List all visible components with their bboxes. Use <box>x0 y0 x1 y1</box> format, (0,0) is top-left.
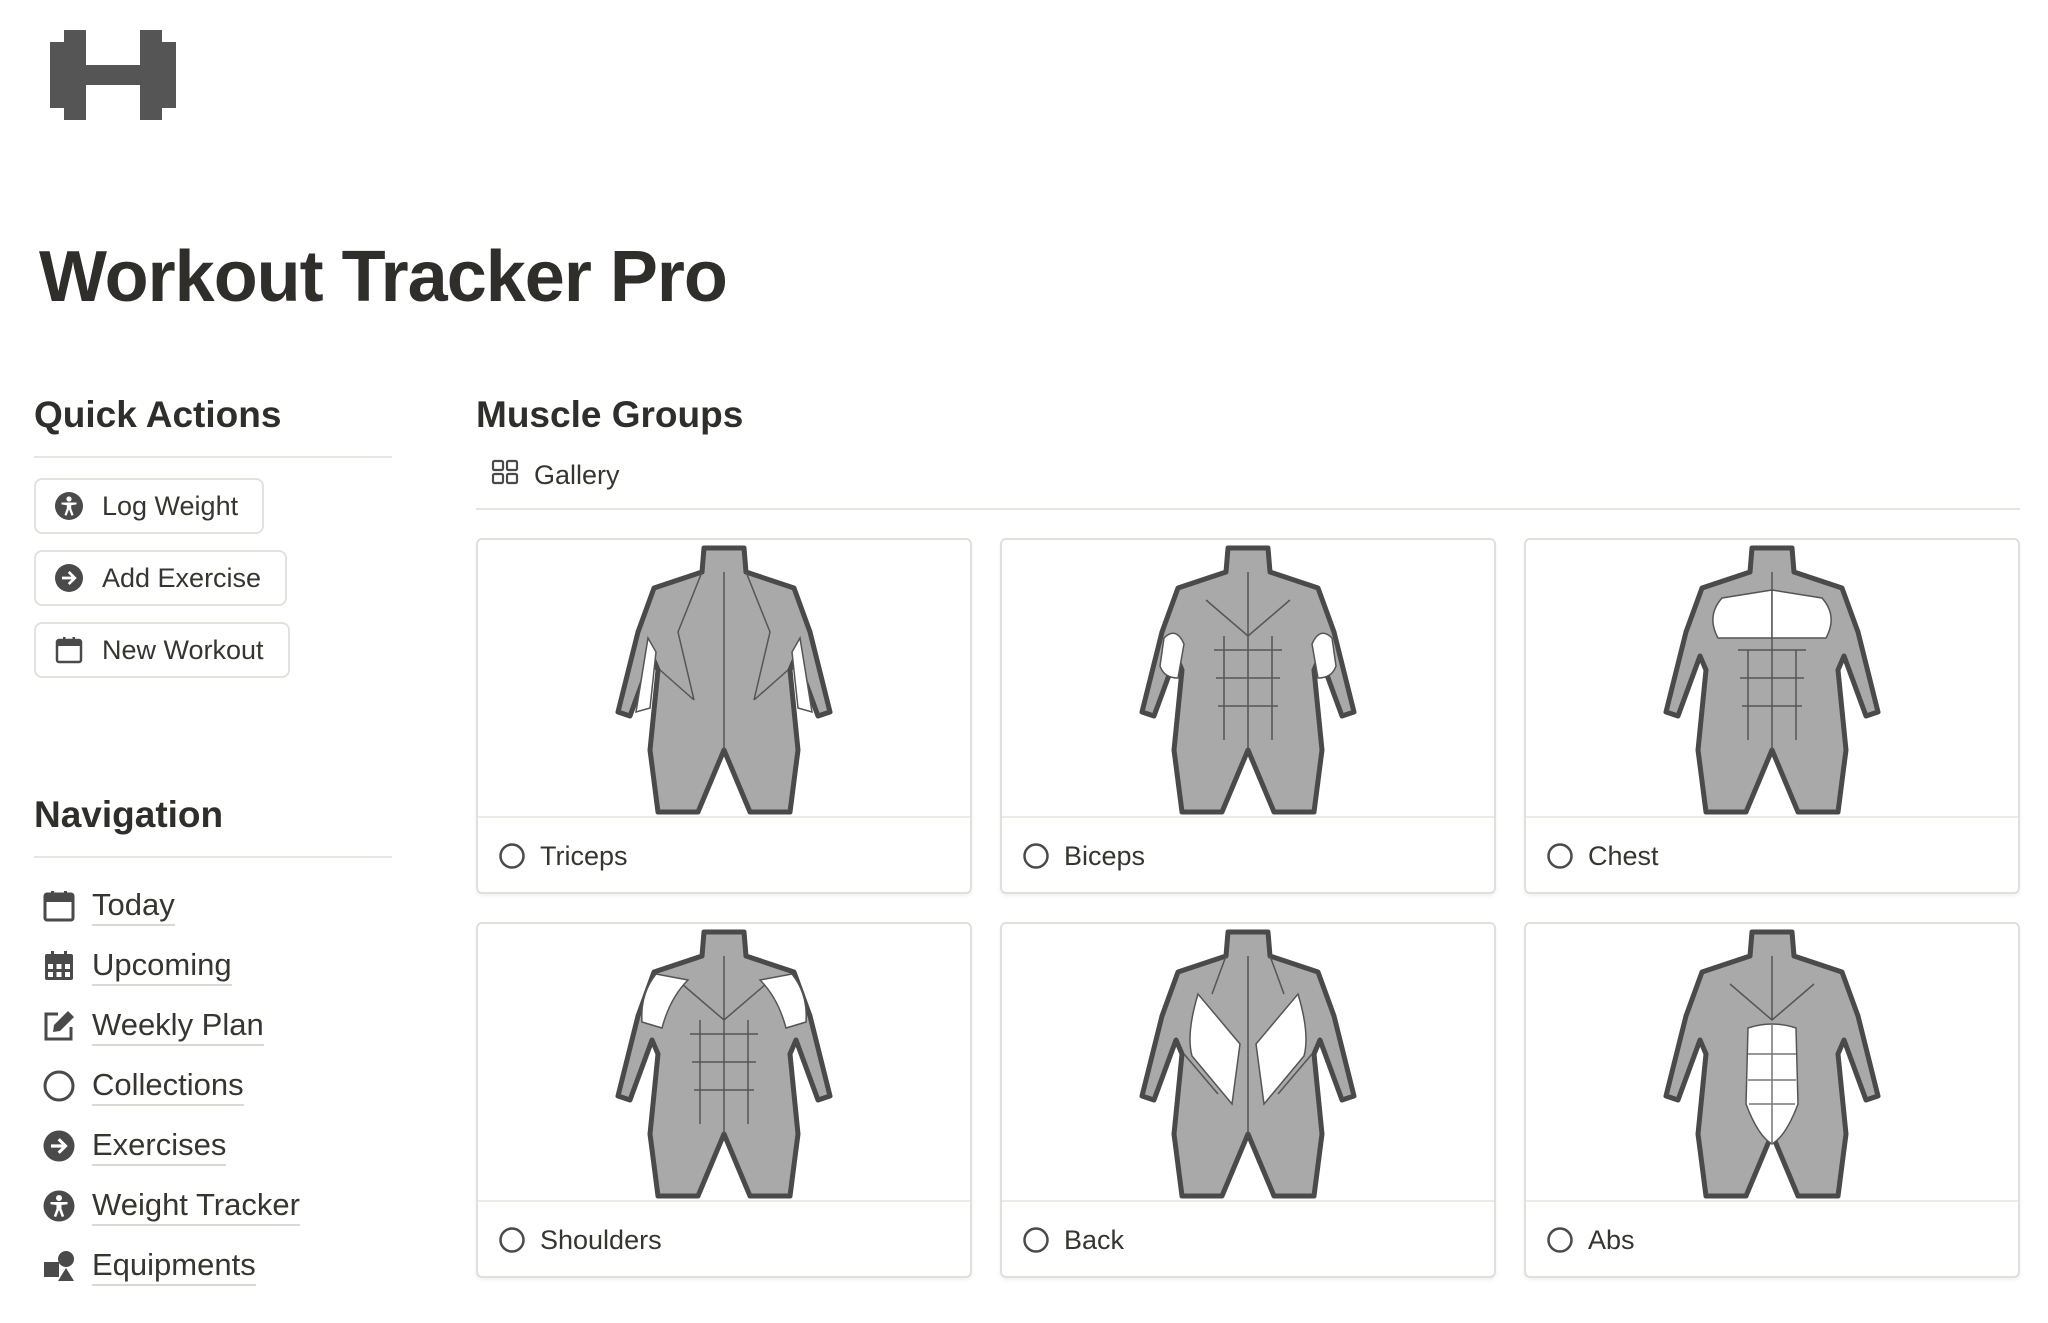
arrow-right-circle-icon <box>42 1129 76 1163</box>
circle-icon <box>1546 842 1574 870</box>
body-front-shoulders-image <box>615 929 833 1199</box>
gallery-card-shoulders[interactable]: Shoulders <box>476 922 972 1278</box>
calendar-icon <box>54 635 84 665</box>
nav-item-exercises[interactable]: Exercises <box>34 1116 392 1176</box>
edit-icon <box>42 1009 76 1043</box>
gallery-card-triceps[interactable]: Triceps <box>476 538 972 894</box>
log-weight-button[interactable]: Log Weight <box>34 478 265 534</box>
card-cover <box>1526 924 2018 1202</box>
body-back-back-image <box>1139 929 1357 1199</box>
circle-icon <box>498 1226 526 1254</box>
nav-item-equipments[interactable]: Equipments <box>34 1236 392 1296</box>
tab-gallery[interactable]: Gallery <box>476 446 2020 504</box>
body-front-biceps-image <box>1139 545 1357 815</box>
quick-actions-list: Log Weight Add Exercise New Workout <box>34 478 392 694</box>
muscle-groups-heading: Muscle Groups <box>476 394 744 435</box>
nav-item-weekly-plan[interactable]: Weekly Plan <box>34 996 392 1056</box>
arrow-right-circle-icon <box>54 563 84 593</box>
nav-item-collections[interactable]: Collections <box>34 1056 392 1116</box>
card-title: Abs <box>1588 1224 1635 1255</box>
circle-icon <box>1022 842 1050 870</box>
card-title: Biceps <box>1064 840 1146 871</box>
card-footer: Biceps <box>1002 818 1494 892</box>
accessibility-icon <box>42 1189 76 1223</box>
divider <box>34 456 392 458</box>
gallery-tab-label: Gallery <box>534 459 620 490</box>
card-cover <box>478 540 970 818</box>
body-back-triceps-image <box>615 545 833 815</box>
card-footer: Shoulders <box>478 1202 970 1276</box>
navigation-list: Today Upcoming Weekly Plan Collections E… <box>34 876 392 1296</box>
left-column: Quick Actions Log Weight Add Exercise Ne… <box>34 390 392 1296</box>
page-title: Workout Tracker Pro <box>39 237 728 317</box>
new-workout-button[interactable]: New Workout <box>34 622 290 678</box>
shapes-icon <box>42 1249 76 1283</box>
calendar-grid-icon <box>42 949 76 983</box>
card-footer: Back <box>1002 1202 1494 1276</box>
gallery-card-biceps[interactable]: Biceps <box>1000 538 1496 894</box>
card-footer: Abs <box>1526 1202 2018 1276</box>
circle-icon <box>1546 1226 1574 1254</box>
log-weight-label: Log Weight <box>102 490 239 521</box>
navigation-heading: Navigation <box>34 794 224 835</box>
nav-label: Weekly Plan <box>92 1007 264 1046</box>
gallery-grid-icon <box>490 457 520 494</box>
gallery-card-chest[interactable]: Chest <box>1524 538 2020 894</box>
calendar-icon <box>42 889 76 923</box>
nav-item-upcoming[interactable]: Upcoming <box>34 936 392 996</box>
dumbbell-icon[interactable] <box>46 30 180 120</box>
nav-label: Collections <box>92 1067 244 1106</box>
nav-label: Equipments <box>92 1247 256 1286</box>
nav-label: Weight Tracker <box>92 1187 300 1226</box>
circle-icon <box>1022 1226 1050 1254</box>
card-footer: Triceps <box>478 818 970 892</box>
add-exercise-button[interactable]: Add Exercise <box>34 550 288 606</box>
card-title: Chest <box>1588 840 1659 871</box>
nav-label: Today <box>92 887 175 926</box>
add-exercise-label: Add Exercise <box>102 562 262 593</box>
card-cover <box>1002 540 1494 818</box>
card-footer: Chest <box>1526 818 2018 892</box>
card-cover <box>478 924 970 1202</box>
divider <box>34 856 392 858</box>
nav-item-today[interactable]: Today <box>34 876 392 936</box>
gallery-card-abs[interactable]: Abs <box>1524 922 2020 1278</box>
card-title: Triceps <box>540 840 628 871</box>
circle-icon <box>498 842 526 870</box>
circle-icon <box>42 1069 76 1103</box>
card-cover <box>1526 540 2018 818</box>
nav-item-weight-tracker[interactable]: Weight Tracker <box>34 1176 392 1236</box>
gallery-grid: Triceps Biceps Chest Shoulders Back Abs <box>476 538 2020 1278</box>
accessibility-icon <box>54 491 84 521</box>
gallery-card-back[interactable]: Back <box>1000 922 1496 1278</box>
card-title: Shoulders <box>540 1224 662 1255</box>
divider <box>476 508 2020 510</box>
nav-label: Upcoming <box>92 947 232 986</box>
muscle-groups-section: Muscle Groups Gallery Triceps Biceps Che… <box>476 390 2020 1278</box>
quick-actions-heading: Quick Actions <box>34 394 282 435</box>
new-workout-label: New Workout <box>102 634 264 665</box>
body-front-chest-image <box>1663 545 1881 815</box>
card-cover <box>1002 924 1494 1202</box>
card-title: Back <box>1064 1224 1125 1255</box>
body-front-abs-image <box>1663 929 1881 1199</box>
nav-label: Exercises <box>92 1127 227 1166</box>
